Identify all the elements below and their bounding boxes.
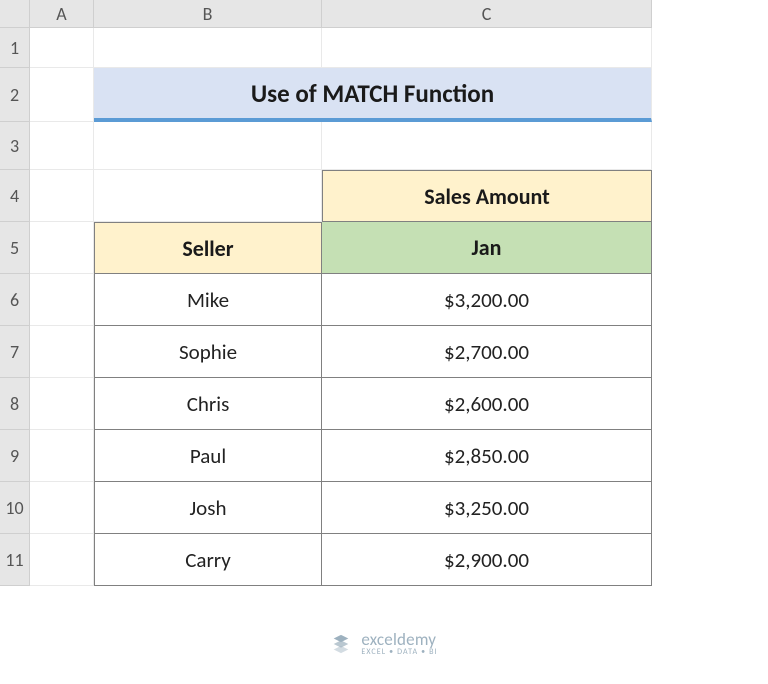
watermark-tagline: EXCEL • DATA • BI (361, 648, 437, 656)
watermark-brand: exceldemy (361, 631, 437, 648)
month-header[interactable]: Jan (322, 222, 652, 274)
seller-cell[interactable]: Mike (94, 274, 322, 326)
cell[interactable] (94, 28, 322, 68)
cell[interactable] (94, 170, 322, 222)
cell[interactable] (30, 534, 94, 586)
seller-cell[interactable]: Paul (94, 430, 322, 482)
cell[interactable] (30, 326, 94, 378)
row-headers: 1234567891011 (0, 28, 30, 586)
amount-cell[interactable]: $2,850.00 (322, 430, 652, 482)
amount-cell[interactable]: $2,900.00 (322, 534, 652, 586)
seller-cell[interactable]: Sophie (94, 326, 322, 378)
amount-cell[interactable]: $3,250.00 (322, 482, 652, 534)
spreadsheet: ABC 1234567891011 Use of MATCH Function S… (0, 0, 768, 684)
cell[interactable] (94, 122, 322, 170)
seller-cell[interactable]: Chris (94, 378, 322, 430)
title-cell[interactable]: Use of MATCH Function (94, 68, 652, 122)
sales-amount-header[interactable]: Sales Amount (322, 170, 652, 222)
row-header-8[interactable]: 8 (0, 378, 30, 430)
select-all-corner[interactable] (0, 0, 30, 28)
cell[interactable] (30, 378, 94, 430)
row-header-2[interactable]: 2 (0, 68, 30, 122)
row-header-9[interactable]: 9 (0, 430, 30, 482)
seller-cell[interactable]: Josh (94, 482, 322, 534)
cell[interactable] (30, 222, 94, 274)
grid-cells: Use of MATCH FunctionSales AmountSellerJ… (30, 28, 652, 586)
exceldemy-logo-icon (330, 633, 352, 655)
cell[interactable] (30, 430, 94, 482)
cell[interactable] (30, 68, 94, 122)
cell[interactable] (30, 122, 94, 170)
amount-cell[interactable]: $3,200.00 (322, 274, 652, 326)
row-header-11[interactable]: 11 (0, 534, 30, 586)
cell[interactable] (30, 482, 94, 534)
watermark: exceldemy EXCEL • DATA • BI (0, 631, 768, 656)
row-header-10[interactable]: 10 (0, 482, 30, 534)
row-header-1[interactable]: 1 (0, 28, 30, 68)
row-header-5[interactable]: 5 (0, 222, 30, 274)
cell[interactable] (322, 28, 652, 68)
seller-header[interactable]: Seller (94, 222, 322, 274)
amount-cell[interactable]: $2,700.00 (322, 326, 652, 378)
cell[interactable] (30, 274, 94, 326)
cell[interactable] (30, 28, 94, 68)
cell[interactable] (30, 170, 94, 222)
row-header-6[interactable]: 6 (0, 274, 30, 326)
watermark-text: exceldemy EXCEL • DATA • BI (361, 631, 437, 656)
row-header-3[interactable]: 3 (0, 122, 30, 170)
row-header-4[interactable]: 4 (0, 170, 30, 222)
row-header-7[interactable]: 7 (0, 326, 30, 378)
cell[interactable] (322, 122, 652, 170)
col-header-C[interactable]: C (322, 0, 652, 28)
col-header-A[interactable]: A (30, 0, 94, 28)
seller-cell[interactable]: Carry (94, 534, 322, 586)
amount-cell[interactable]: $2,600.00 (322, 378, 652, 430)
col-headers: ABC (30, 0, 652, 28)
col-header-B[interactable]: B (94, 0, 322, 28)
